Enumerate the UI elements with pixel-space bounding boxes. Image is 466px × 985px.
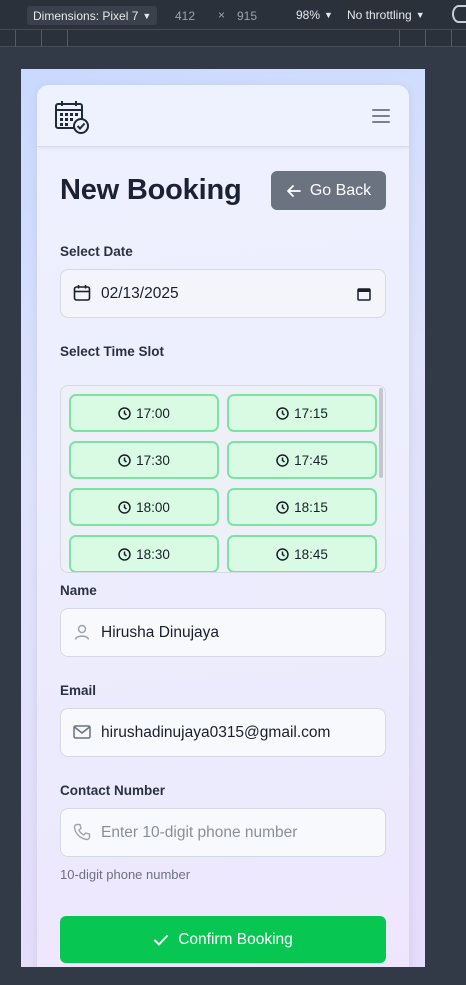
width-value[interactable]: 412 bbox=[175, 9, 195, 23]
clock-icon bbox=[276, 406, 289, 420]
time-slot[interactable]: 18:45 bbox=[227, 535, 377, 572]
time-slot-label: 18:15 bbox=[294, 499, 328, 515]
app-header bbox=[37, 85, 409, 147]
time-slot-label: 17:45 bbox=[294, 452, 328, 468]
device-ruler bbox=[0, 30, 466, 47]
time-slot-label: Select Time Slot bbox=[60, 344, 165, 359]
dimensions-dropdown[interactable]: Dimensions: Pixel 7 ▼ bbox=[27, 6, 158, 25]
time-slot[interactable]: 17:45 bbox=[227, 441, 377, 479]
time-slot[interactable]: 17:00 bbox=[69, 394, 219, 432]
time-slot[interactable]: 17:15 bbox=[227, 394, 377, 432]
go-back-button[interactable]: Go Back bbox=[271, 171, 386, 210]
menu-button[interactable] bbox=[372, 109, 390, 123]
time-slot-label: 18:45 bbox=[294, 546, 328, 562]
email-value: hirushadinujaya0315@gmail.com bbox=[101, 724, 331, 741]
mail-icon bbox=[73, 725, 91, 739]
time-slot[interactable]: 18:30 bbox=[69, 535, 219, 572]
dimensions-label: Dimensions: Pixel 7 bbox=[33, 8, 139, 23]
date-field[interactable]: 02/13/2025 bbox=[60, 269, 386, 318]
clock-icon bbox=[276, 453, 289, 467]
phone-field[interactable]: Enter 10-digit phone number bbox=[60, 808, 386, 857]
date-picker-icon[interactable] bbox=[357, 287, 371, 301]
booking-card: New Booking Go Back Select Date 02/13/20… bbox=[37, 85, 409, 967]
contact-label: Contact Number bbox=[60, 783, 166, 798]
calendar-icon bbox=[73, 285, 91, 301]
phone-hint: 10-digit phone number bbox=[60, 867, 191, 882]
time-slot-label: 18:30 bbox=[136, 546, 170, 562]
name-label: Name bbox=[60, 583, 97, 598]
phone-placeholder: Enter 10-digit phone number bbox=[101, 824, 298, 841]
date-label: Select Date bbox=[60, 244, 133, 259]
time-slot[interactable]: 18:00 bbox=[69, 488, 219, 526]
clock-icon bbox=[276, 500, 289, 514]
user-icon bbox=[74, 624, 90, 640]
calendar-check-icon bbox=[55, 101, 89, 134]
email-label: Email bbox=[60, 683, 97, 698]
chevron-down-icon: ▼ bbox=[324, 10, 333, 20]
height-value[interactable]: 915 bbox=[237, 9, 257, 23]
name-value: Hirusha Dinujaya bbox=[101, 624, 220, 641]
time-slot-label: 17:30 bbox=[136, 452, 170, 468]
chevron-down-icon: ▼ bbox=[415, 10, 425, 20]
page-title: New Booking bbox=[60, 174, 242, 206]
time-slot-grid[interactable]: 17:00 17:15 17:30 17:45 18:00 18:15 18:3… bbox=[60, 385, 386, 573]
email-field[interactable]: hirushadinujaya0315@gmail.com bbox=[60, 708, 386, 757]
clock-icon bbox=[118, 500, 131, 514]
slots-scrollbar[interactable] bbox=[379, 388, 383, 478]
chevron-down-icon: ▼ bbox=[142, 10, 152, 21]
time-slot[interactable]: 18:15 bbox=[227, 488, 377, 526]
time-slot[interactable]: 17:30 bbox=[69, 441, 219, 479]
times-sign: × bbox=[218, 8, 226, 22]
time-slot-label: 17:15 bbox=[294, 405, 328, 421]
zoom-dropdown[interactable]: 98% ▼ bbox=[296, 8, 333, 22]
device-viewport: New Booking Go Back Select Date 02/13/20… bbox=[21, 69, 425, 967]
time-slot-label: 17:00 bbox=[136, 405, 170, 421]
confirm-booking-label: Confirm Booking bbox=[178, 930, 293, 948]
confirm-booking-button[interactable]: Confirm Booking bbox=[60, 916, 386, 963]
date-value: 02/13/2025 bbox=[101, 285, 179, 302]
devtools-toolbar: Dimensions: Pixel 7 ▼ 412 × 915 98% ▼ No… bbox=[0, 0, 466, 30]
clock-icon bbox=[118, 453, 131, 467]
throttling-label: No throttling bbox=[347, 8, 412, 22]
check-icon bbox=[154, 934, 169, 945]
time-slot-label: 18:00 bbox=[136, 499, 170, 515]
go-back-label: Go Back bbox=[309, 181, 372, 199]
phone-icon bbox=[73, 823, 91, 841]
clock-icon bbox=[276, 547, 289, 561]
zoom-label: 98% bbox=[296, 8, 321, 22]
arrow-left-icon bbox=[286, 184, 301, 197]
name-field[interactable]: Hirusha Dinujaya bbox=[60, 608, 386, 657]
throttling-dropdown[interactable]: No throttling ▼ bbox=[347, 8, 425, 22]
clock-icon bbox=[118, 547, 131, 561]
rotate-icon[interactable] bbox=[452, 5, 466, 23]
clock-icon bbox=[118, 406, 131, 420]
